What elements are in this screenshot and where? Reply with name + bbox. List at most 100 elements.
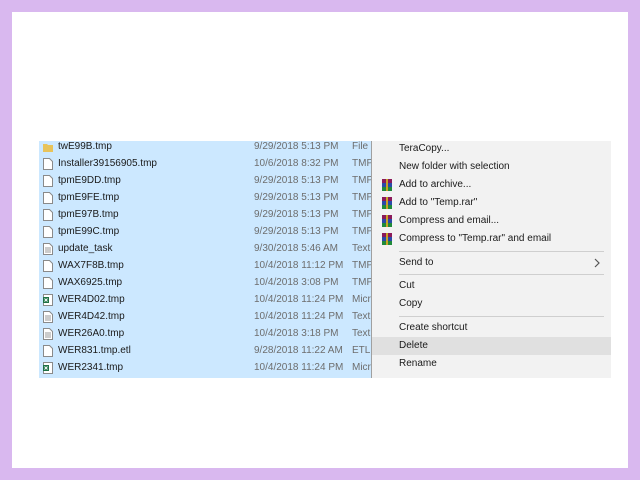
menu-item-label: New folder with selection [399,161,510,172]
file-date: 9/28/2018 11:22 AM [254,345,343,356]
file-name: twE99B.tmp [58,141,112,152]
file-icon [43,226,53,238]
file-icon [43,277,53,289]
file-row[interactable]: tpmE99C.tmp 9/29/2018 5:13 PM TMP [39,223,374,240]
file-date: 10/4/2018 11:24 PM [254,294,344,305]
text-file-icon [43,311,53,323]
file-name: WAX7F8B.tmp [58,260,124,271]
winrar-icon [382,197,392,209]
menu-item-label: TeraCopy... [399,143,450,154]
file-name: tpmE9FE.tmp [58,192,120,203]
menu-item-teracopy[interactable]: TeraCopy... [372,141,611,158]
file-type: Text [352,311,371,322]
file-type: ETL [352,345,371,356]
file-icon [43,345,53,357]
menu-item-label: Rename [399,358,437,369]
menu-item-cut[interactable]: Cut [372,277,611,295]
file-name: tpmE9DD.tmp [58,175,121,186]
file-date: 9/29/2018 5:13 PM [254,226,339,237]
menu-item-label: Compress to "Temp.rar" and email [399,233,552,244]
file-row[interactable]: twE99B.tmp 9/29/2018 5:13 PM File [39,141,372,155]
menu-item-label: Compress and email... [399,215,500,226]
menu-item-label: Add to "Temp.rar" [399,197,478,208]
file-row[interactable]: WAX6925.tmp 10/4/2018 3:08 PM TMP [39,274,374,291]
file-icon [43,209,53,221]
file-row[interactable]: WER4D42.tmp 10/4/2018 11:24 PM Text [39,308,372,325]
file-date: 10/4/2018 11:24 PM [254,311,344,322]
file-date: 9/29/2018 5:13 PM [254,141,339,152]
file-date: 10/4/2018 3:18 PM [254,328,339,339]
file-name: WER4D42.tmp [58,311,125,322]
file-type: TMP [352,209,374,220]
menu-item-new-folder-with-selection[interactable]: New folder with selection [372,158,611,176]
menu-item-label: Copy [399,298,423,309]
menu-item-label: Cut [399,280,415,291]
file-list: twE99B.tmp 9/29/2018 5:13 PM File Instal… [39,141,374,378]
file-row[interactable]: WAX7F8B.tmp 10/4/2018 11:12 PM TMP [39,257,374,274]
file-row[interactable]: WER4D02.tmp 10/4/2018 11:24 PM Micr [39,291,372,308]
file-date: 10/6/2018 8:32 PM [254,158,339,169]
file-type: TMP [352,175,374,186]
file-name: WER4D02.tmp [58,294,125,305]
text-file-icon [43,328,53,340]
menu-item-compress-and-email[interactable]: Compress and email... [372,212,611,230]
menu-item-label: Send to [399,257,434,268]
excel-file-icon [43,362,53,374]
menu-item-create-shortcut[interactable]: Create shortcut [372,319,611,337]
file-icon [43,260,53,272]
menu-item-rename[interactable]: Rename [372,355,611,373]
menu-item-copy[interactable]: Copy [372,295,611,313]
menu-separator [399,251,604,252]
text-file-icon [43,243,53,255]
file-type: Micr [352,294,371,305]
file-name: WAX6925.tmp [58,277,123,288]
file-name: WER831.tmp.etl [58,345,131,356]
file-type: File [352,141,369,152]
file-name: Installer39156905.tmp [58,158,157,169]
winrar-icon [382,215,392,227]
file-icon [43,192,53,204]
file-date: 10/4/2018 11:12 PM [254,260,344,271]
image-frame: twE99B.tmp 9/29/2018 5:13 PM File Instal… [12,12,628,468]
file-name: WER2341.tmp [58,362,124,373]
context-menu: TeraCopy... New folder with selection Ad… [371,141,611,378]
winrar-icon [382,179,392,191]
file-date: 9/29/2018 5:13 PM [254,192,339,203]
menu-item-compress-to-temp-rar-and-email[interactable]: Compress to "Temp.rar" and email [372,230,611,248]
file-date: 10/4/2018 11:24 PM [254,362,344,373]
folder-icon [43,144,53,152]
menu-item-delete[interactable]: Delete [372,337,611,355]
file-date: 10/4/2018 3:08 PM [254,277,339,288]
menu-item-label: Delete [399,340,428,351]
menu-item-add-to-archive[interactable]: Add to archive... [372,176,611,194]
file-row[interactable]: tpmE9FE.tmp 9/29/2018 5:13 PM TMP [39,189,373,206]
menu-item-label: Add to archive... [399,179,472,190]
file-date: 9/30/2018 5:46 AM [254,243,338,254]
file-row[interactable]: WER831.tmp.etl 9/28/2018 11:22 AM ETL [39,342,372,359]
file-type: Text [352,328,371,339]
file-type: Text [352,243,371,254]
file-type: TMP [352,260,374,271]
file-name: WER26A0.tmp [58,328,125,339]
file-row[interactable]: tpmE97B.tmp 9/29/2018 5:13 PM TMP [39,206,374,223]
file-icon [43,175,53,187]
excel-file-icon [43,294,53,306]
menu-separator [399,274,604,275]
file-row[interactable]: WER26A0.tmp 10/4/2018 3:18 PM Text [39,325,372,342]
explorer-screenshot: twE99B.tmp 9/29/2018 5:13 PM File Instal… [39,141,613,378]
file-row[interactable]: tpmE9DD.tmp 9/29/2018 5:13 PM TMP [39,172,374,189]
menu-item-send-to[interactable]: Send to [372,254,611,272]
file-icon [43,158,53,170]
menu-separator [399,316,604,317]
file-name: tpmE97B.tmp [58,209,119,220]
file-type: TMP [352,277,374,288]
file-row[interactable]: update_task 9/30/2018 5:46 AM Text [39,240,372,257]
chevron-right-icon [594,258,600,268]
file-type: TMP [352,226,374,237]
file-date: 9/29/2018 5:13 PM [254,175,339,186]
winrar-icon [382,233,392,245]
file-name: tpmE99C.tmp [58,226,120,237]
file-row[interactable]: Installer39156905.tmp 10/6/2018 8:32 PM … [39,155,373,172]
file-row[interactable]: WER2341.tmp 10/4/2018 11:24 PM Micr [39,359,372,376]
menu-item-add-to-temp-rar[interactable]: Add to "Temp.rar" [372,194,611,212]
